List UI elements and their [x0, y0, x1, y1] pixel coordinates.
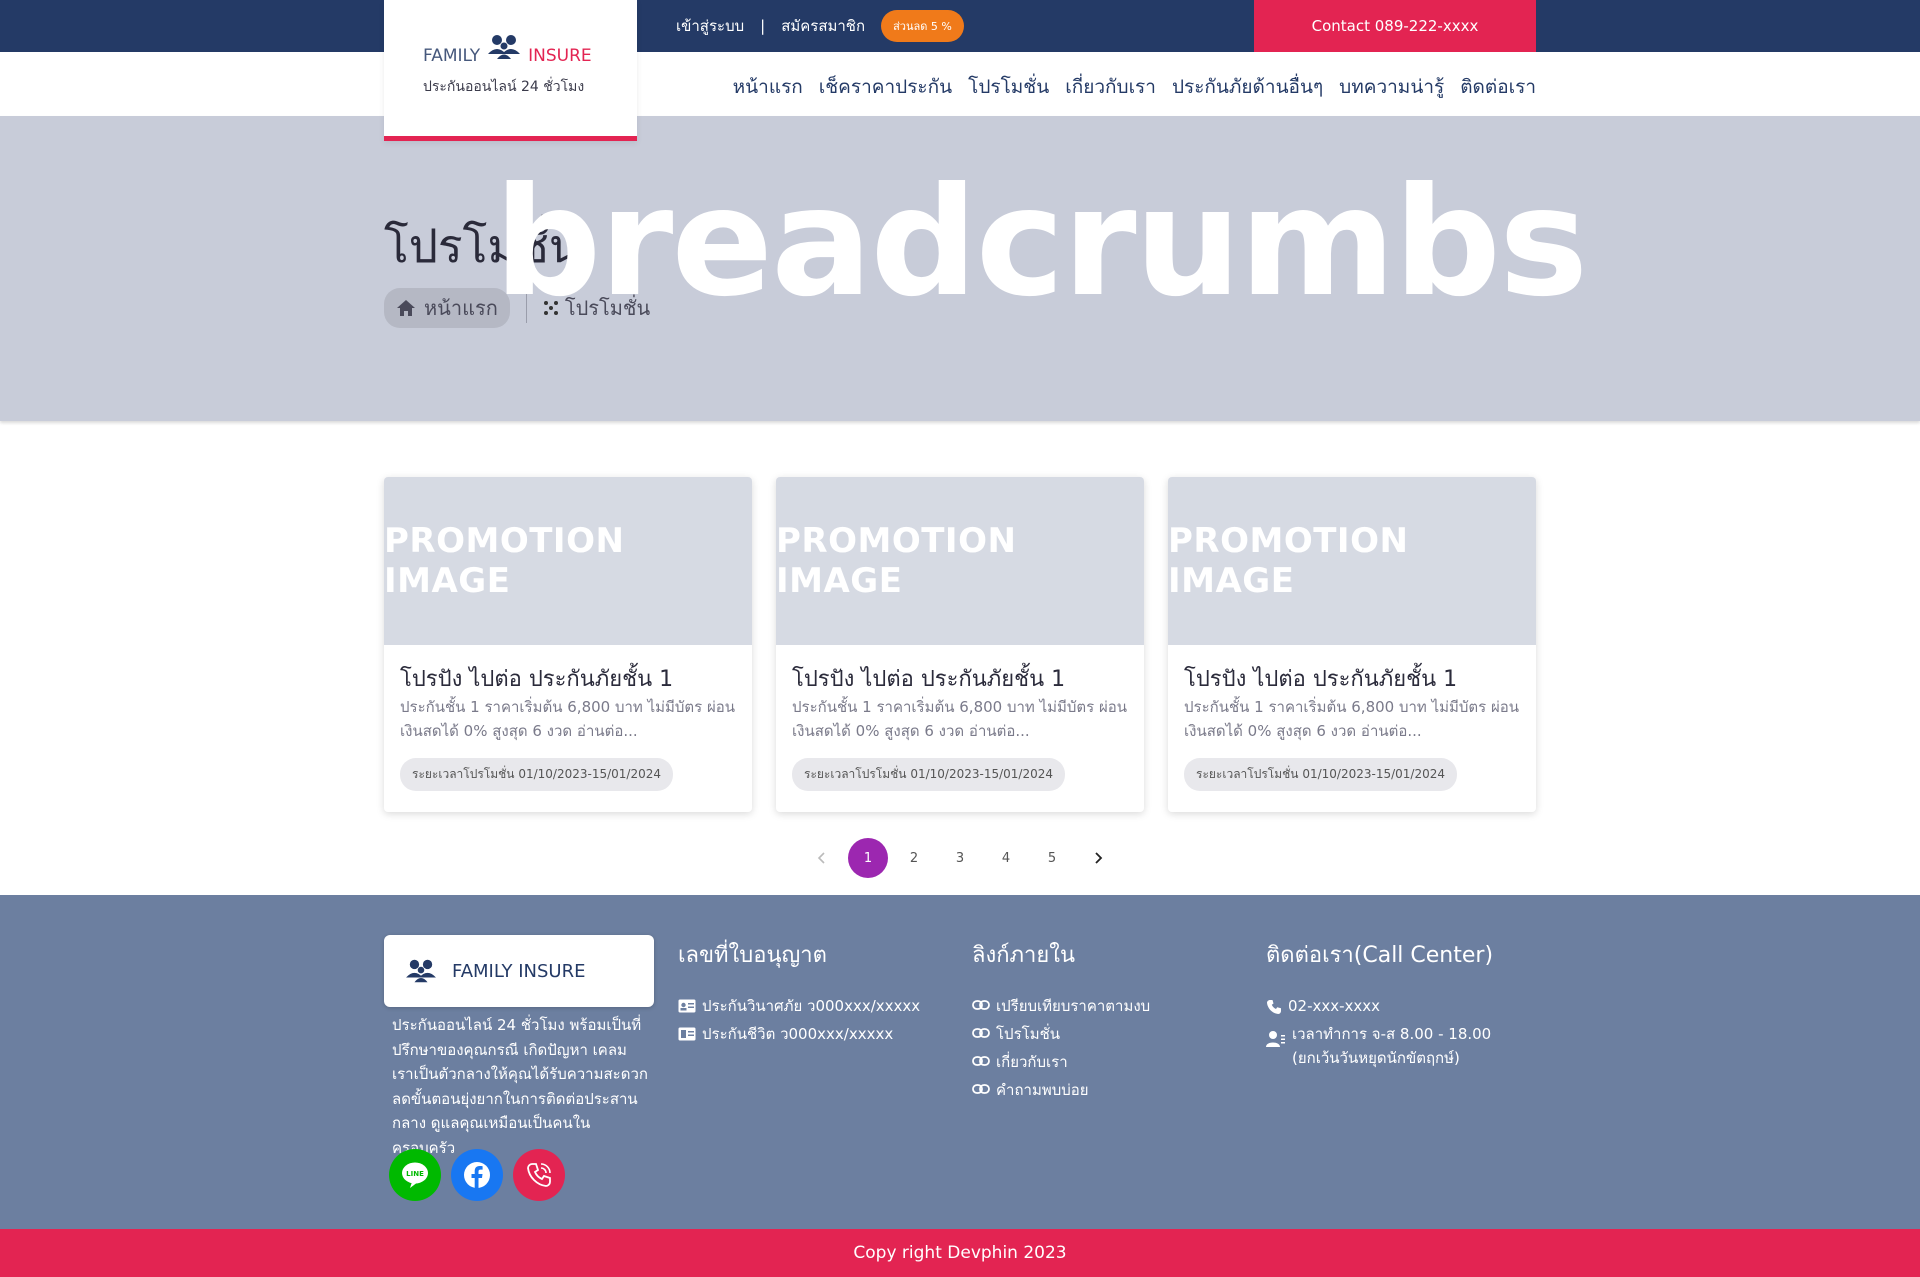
discount-badge[interactable]: ส่วนลด 5 %	[881, 10, 964, 42]
nav-item-check-price[interactable]: เช็คราคาประกัน	[819, 72, 952, 102]
contact-button[interactable]: Contact 089-222-xxxx	[1254, 0, 1536, 52]
footer-license-column: เลขที่ใบอนุญาต ประกันวินาศภัย ว000xxx/xx…	[678, 937, 920, 1050]
topbar-links: เข้าสู่ระบบ | สมัครสมาชิก ส่วนลด 5 %	[676, 0, 964, 52]
chevron-left-icon	[817, 852, 825, 864]
site-footer: FAMILY INSURE ประกันออนไลน์ 24 ชั่วโมง พ…	[0, 895, 1920, 1229]
footer-license-heading: เลขที่ใบอนุญาต	[678, 943, 827, 968]
hero-banner: โปรโมชั่น หน้าแรก โปรโมชั่น breadcrumbs	[0, 116, 1920, 421]
home-icon	[397, 300, 415, 316]
id-card-icon	[678, 999, 696, 1013]
pagination-page-4[interactable]: 4	[986, 838, 1026, 878]
nav-item-about[interactable]: เกี่ยวกับเรา	[1065, 72, 1156, 102]
family-group-icon	[488, 35, 521, 59]
pagination-page-1[interactable]: 1	[848, 838, 888, 878]
footer-hours-text: เวลาทำการ จ-ส 8.00 - 18.00 (ยกเว้นวันหยุ…	[1292, 1025, 1492, 1067]
footer-brand-name: FAMILY INSURE	[452, 960, 586, 982]
facebook-button[interactable]	[451, 1149, 503, 1201]
register-link[interactable]: สมัครสมาชิก	[781, 14, 865, 38]
promotion-period-badge: ระยะเวลาโปรโมชั่น 01/10/2023-15/01/2024	[792, 758, 1065, 791]
login-link[interactable]: เข้าสู่ระบบ	[676, 14, 744, 38]
pagination: 1 2 3 4 5	[802, 838, 1124, 878]
family-group-icon	[406, 959, 436, 983]
footer-phone-number: 02-xxx-xxxx	[1288, 997, 1381, 1015]
breadcrumb-home[interactable]: หน้าแรก	[384, 288, 510, 328]
chevron-right-icon	[1095, 852, 1103, 864]
promotion-image: PROMOTION IMAGE	[384, 477, 752, 645]
promotion-card[interactable]: PROMOTION IMAGE โปรปัง ไปต่อ ประกันภัยชั…	[1168, 477, 1536, 812]
id-badge-icon	[678, 1027, 696, 1041]
footer-link-faq[interactable]: คำถามพบบ่อย	[972, 1078, 1150, 1102]
footer-phone[interactable]: 02-xxx-xxxx	[1266, 994, 1536, 1018]
license-item-text: ประกันวินาศภัย ว000xxx/xxxxx	[702, 997, 921, 1015]
promotion-description: ประกันชั้น 1 ราคาเริ่มต้น 6,800 บาท ไม่ม…	[400, 698, 736, 740]
link-icon	[972, 1056, 990, 1066]
promotion-period-badge: ระยะเวลาโปรโมชั่น 01/10/2023-15/01/2024	[400, 758, 673, 791]
pagination-page-3[interactable]: 3	[940, 838, 980, 878]
footer-logo[interactable]: FAMILY INSURE	[384, 935, 654, 1007]
svg-text:LINE: LINE	[406, 1170, 424, 1178]
logo-family-text: FAMILY	[423, 46, 481, 66]
phone-icon	[1267, 1000, 1281, 1014]
pagination-page-2[interactable]: 2	[894, 838, 934, 878]
license-item-text: ประกันชีวิต ว000xxx/xxxxx	[702, 1025, 894, 1043]
line-icon: LINE	[402, 1162, 428, 1188]
topbar-separator: |	[760, 17, 766, 35]
promotion-card[interactable]: PROMOTION IMAGE โปรปัง ไปต่อ ประกันภัยชั…	[776, 477, 1144, 812]
footer-links-column: ลิงก์ภายใน เปรียบเทียบราคาตามงบ โปรโมชั่…	[972, 937, 1150, 1106]
pagination-page-5[interactable]: 5	[1032, 838, 1072, 878]
nav-item-promotion[interactable]: โปรโมชั่น	[968, 72, 1049, 102]
main-navbar: หน้าแรก เช็คราคาประกัน โปรโมชั่น เกี่ยวก…	[0, 52, 1920, 116]
footer-link-compare-price[interactable]: เปรียบเทียบราคาตามงบ	[972, 994, 1150, 1018]
logo-tagline: ประกันออนไลน์ 24 ชั่วโมง	[423, 79, 585, 95]
footer-link-label: โปรโมชั่น	[996, 1025, 1061, 1043]
footer-hours: เวลาทำการ จ-ส 8.00 - 18.00 (ยกเว้นวันหยุ…	[1266, 1022, 1536, 1070]
link-icon	[972, 1084, 990, 1094]
logo-insure-text: INSURE	[528, 46, 592, 66]
facebook-icon	[464, 1162, 490, 1189]
promotion-card[interactable]: PROMOTION IMAGE โปรปัง ไปต่อ ประกันภัยชั…	[384, 477, 752, 812]
copyright-bar: Copy right Devphin 2023	[0, 1229, 1920, 1277]
footer-link-label: คำถามพบบ่อย	[996, 1081, 1089, 1099]
hero-watermark-text: breadcrumbs	[494, 156, 1588, 330]
promotion-image: PROMOTION IMAGE	[776, 477, 1144, 645]
support-agent-icon	[1266, 1031, 1285, 1047]
pagination-next-button[interactable]	[1078, 838, 1118, 878]
footer-link-promotion[interactable]: โปรโมชั่น	[972, 1022, 1150, 1046]
link-icon	[972, 1000, 990, 1010]
nav-item-other-insurance[interactable]: ประกันภัยด้านอื่นๆ	[1172, 72, 1323, 102]
breadcrumb-home-label: หน้าแรก	[424, 296, 498, 320]
pagination-prev-button[interactable]	[802, 838, 842, 878]
promotion-period-badge: ระยะเวลาโปรโมชั่น 01/10/2023-15/01/2024	[1184, 758, 1457, 791]
promotion-title[interactable]: โปรปัง ไปต่อ ประกันภัยชั้น 1	[792, 661, 1065, 696]
nav-item-contact[interactable]: ติดต่อเรา	[1460, 72, 1536, 102]
site-logo[interactable]: FAMILY INSURE ประกันออนไลน์ 24 ชั่วโมง	[384, 0, 637, 141]
footer-links-heading: ลิงก์ภายใน	[972, 943, 1076, 968]
footer-link-label: เกี่ยวกับเรา	[996, 1053, 1068, 1071]
social-links: LINE	[389, 1149, 575, 1201]
footer-link-about[interactable]: เกี่ยวกับเรา	[972, 1050, 1150, 1074]
license-item: ประกันวินาศภัย ว000xxx/xxxxx	[678, 994, 920, 1018]
call-button[interactable]	[513, 1149, 565, 1201]
footer-contact-column: ติดต่อเรา(Call Center) 02-xxx-xxxx เวลาท…	[1266, 937, 1536, 1074]
footer-about-text: ประกันออนไลน์ 24 ชั่วโมง พร้อมเป็นที่ปรึ…	[392, 1016, 648, 1157]
line-button[interactable]: LINE	[389, 1149, 441, 1201]
promotion-image: PROMOTION IMAGE	[1168, 477, 1536, 645]
phone-call-icon	[527, 1163, 551, 1187]
nav-menu: หน้าแรก เช็คราคาประกัน โปรโมชั่น เกี่ยวก…	[717, 72, 1536, 102]
promotion-title[interactable]: โปรปัง ไปต่อ ประกันภัยชั้น 1	[400, 661, 673, 696]
footer-link-label: เปรียบเทียบราคาตามงบ	[996, 997, 1151, 1015]
nav-item-articles[interactable]: บทความน่ารู้	[1339, 72, 1444, 102]
nav-item-home[interactable]: หน้าแรก	[733, 72, 803, 102]
promotion-title[interactable]: โปรปัง ไปต่อ ประกันภัยชั้น 1	[1184, 661, 1457, 696]
license-item: ประกันชีวิต ว000xxx/xxxxx	[678, 1022, 920, 1046]
promotion-description: ประกันชั้น 1 ราคาเริ่มต้น 6,800 บาท ไม่ม…	[1184, 698, 1520, 740]
top-bar: เข้าสู่ระบบ | สมัครสมาชิก ส่วนลด 5 % Con…	[0, 0, 1920, 52]
link-icon	[972, 1028, 990, 1038]
logo-wordmark: FAMILY INSURE	[423, 32, 592, 66]
promotion-description: ประกันชั้น 1 ราคาเริ่มต้น 6,800 บาท ไม่ม…	[792, 698, 1128, 740]
footer-contact-heading: ติดต่อเรา(Call Center)	[1266, 943, 1494, 968]
